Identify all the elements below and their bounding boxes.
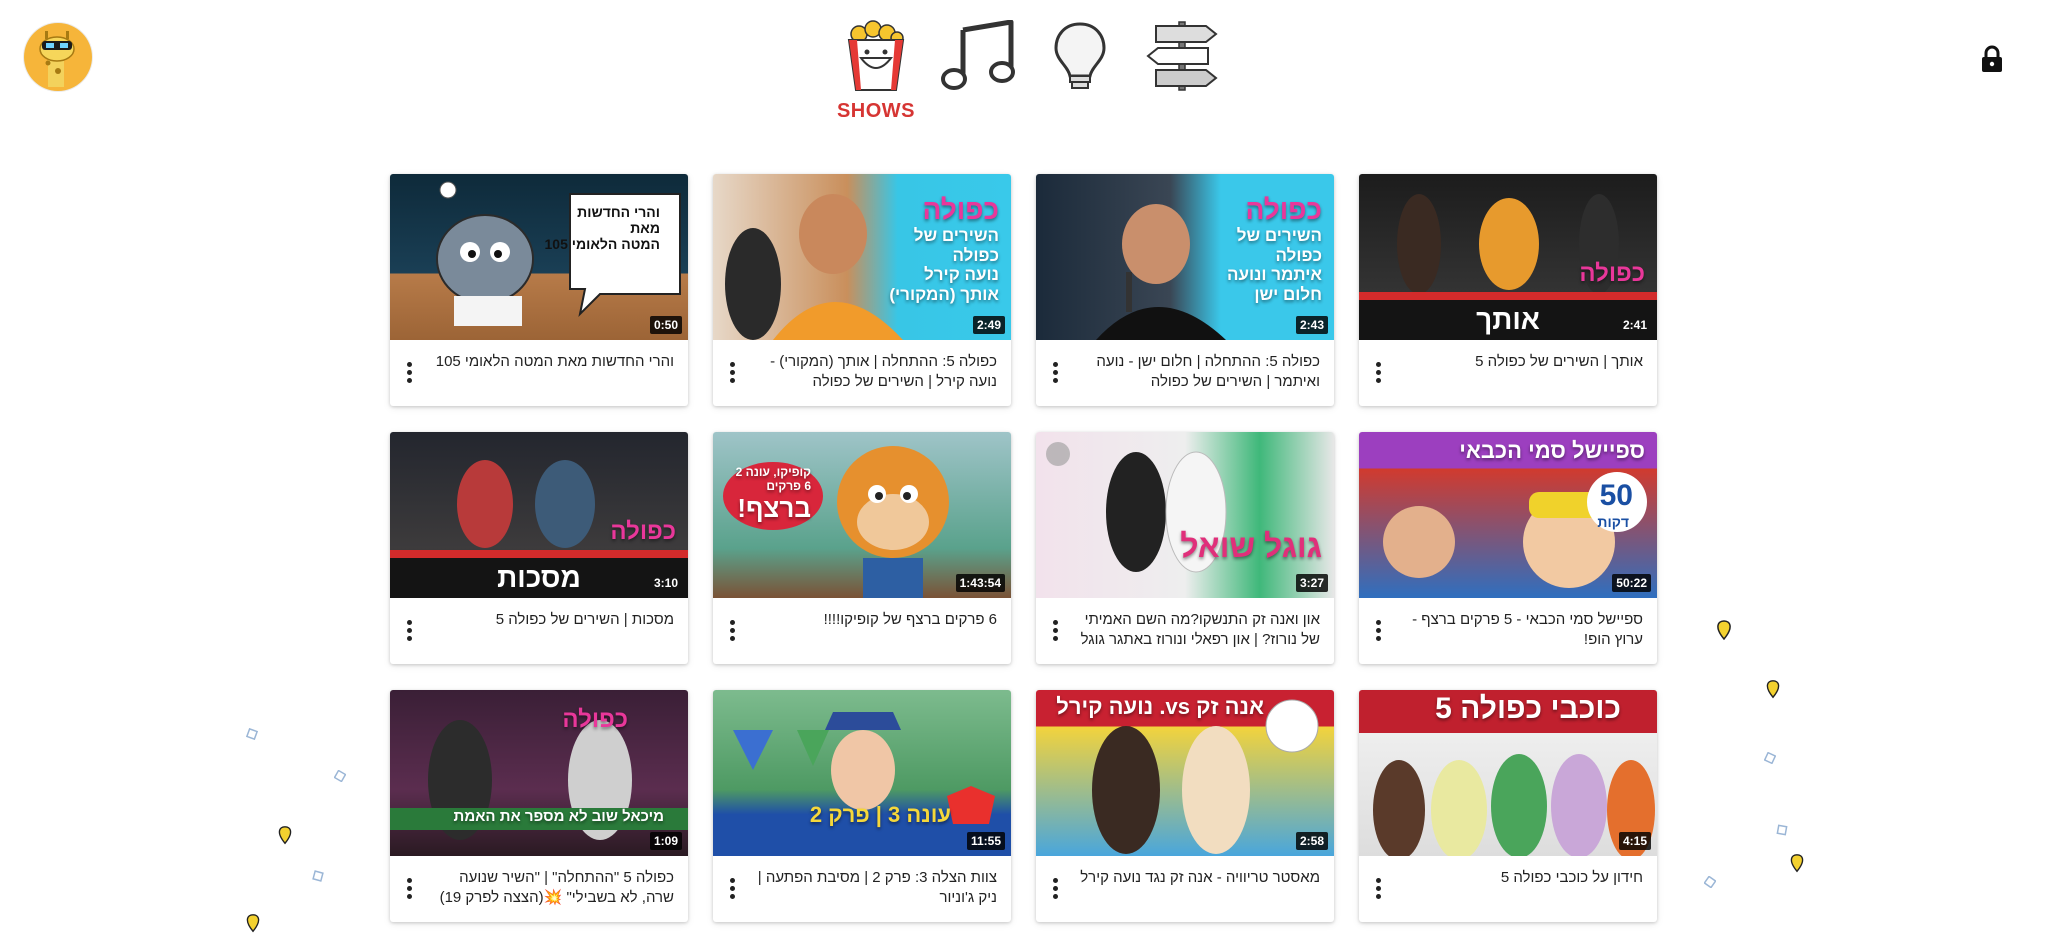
video-thumbnail[interactable]: ספיישל סמי הכבאי 50 דקות 50:22 bbox=[1359, 432, 1657, 598]
confetti-decoration-icon bbox=[246, 728, 258, 740]
video-thumbnail[interactable]: והרי החדשות מאת המטה הלאומי 105 0:50 bbox=[390, 174, 688, 340]
category-shows[interactable]: SHOWS bbox=[830, 20, 922, 123]
duo-photo bbox=[1046, 442, 1227, 573]
video-card[interactable]: כפולה אותך 2:41 אותך | השירים של כפולה 5 bbox=[1359, 174, 1657, 406]
video-card[interactable]: כוכבי כפולה 5 4:15 חידון על כוכבי כפולה … bbox=[1359, 690, 1657, 922]
more-options-icon[interactable] bbox=[402, 360, 416, 384]
more-options-icon[interactable] bbox=[1048, 360, 1062, 384]
category-music[interactable] bbox=[932, 20, 1024, 92]
video-thumbnail[interactable]: כפולה אותך 2:41 bbox=[1359, 174, 1657, 340]
video-thumbnail[interactable]: כפולה השירים של כפולה נועה קירל אותך (המקו… bbox=[713, 174, 1011, 340]
confetti-decoration-icon bbox=[278, 826, 292, 845]
confetti-decoration-icon bbox=[1764, 752, 1776, 764]
video-card[interactable]: גוגל שואל 3:27 און ואנה זק התנשקו?מה השם… bbox=[1036, 432, 1334, 664]
duration-badge: 1:43:54 bbox=[955, 574, 1005, 592]
confetti-decoration-icon bbox=[1790, 854, 1804, 873]
more-options-icon[interactable] bbox=[402, 876, 416, 900]
more-options-icon[interactable] bbox=[1048, 876, 1062, 900]
duration-badge: 3:10 bbox=[653, 576, 678, 590]
girl-photo bbox=[733, 712, 995, 824]
confetti-decoration-icon bbox=[246, 914, 260, 933]
video-title[interactable]: ספיישל סמי הכבאי - 5 פרקים ברצף - ערוץ ה… bbox=[1401, 610, 1643, 650]
duration-badge: 1:09 bbox=[649, 832, 682, 850]
video-title[interactable]: 6 פרקים ברצף של קופיקו!!!! bbox=[755, 610, 997, 630]
more-options-icon[interactable] bbox=[1371, 360, 1385, 384]
video-thumbnail[interactable]: כפולה מיכאל שוב לא מספר את האמת 1:09 bbox=[390, 690, 688, 856]
video-card[interactable]: ספיישל סמי הכבאי 50 דקות 50:22 ספיישל סמ… bbox=[1359, 432, 1657, 664]
more-options-icon[interactable] bbox=[725, 876, 739, 900]
duration-badge: 2:49 bbox=[972, 316, 1005, 334]
video-thumbnail[interactable]: כפולה השירים של כפולה איתמר ונועה חלום ישן… bbox=[1036, 174, 1334, 340]
music-notes-icon bbox=[932, 20, 1024, 92]
duration-badge: 3:27 bbox=[1295, 574, 1328, 592]
lock-icon[interactable] bbox=[1980, 45, 2004, 73]
video-title[interactable]: כפולה 5 "ההתחלה" | "השיר שנועה שרה, לא ב… bbox=[432, 868, 674, 908]
video-thumbnail[interactable]: כפולה מסכות 3:10 bbox=[390, 432, 688, 598]
more-options-icon[interactable] bbox=[1371, 876, 1385, 900]
giraffe-avatar-icon[interactable] bbox=[24, 23, 92, 91]
more-options-icon[interactable] bbox=[1371, 618, 1385, 642]
video-card[interactable]: עונה 3 | פרק 2 11:55 צוות הצלה 3: פרק 2 … bbox=[713, 690, 1011, 922]
popcorn-icon bbox=[830, 20, 922, 92]
video-thumbnail[interactable]: אנה זק vs. נועה קירל 2:58 bbox=[1036, 690, 1334, 856]
confetti-decoration-icon bbox=[1766, 680, 1780, 699]
video-title[interactable]: מסכות | השירים של כפולה 5 bbox=[432, 610, 674, 630]
duration-badge: 11:55 bbox=[966, 832, 1005, 850]
duration-badge: 2:43 bbox=[1295, 316, 1328, 334]
video-thumbnail[interactable]: כוכבי כפולה 5 4:15 bbox=[1359, 690, 1657, 856]
lightbulb-icon bbox=[1034, 20, 1126, 92]
video-title[interactable]: מאסטר טריוויה - אנה זק נגד נועה קירל bbox=[1078, 868, 1320, 888]
video-card[interactable]: כפולה מיכאל שוב לא מספר את האמת 1:09 כפו… bbox=[390, 690, 688, 922]
video-title[interactable]: והרי החדשות מאת המטה הלאומי 105 bbox=[432, 352, 674, 372]
more-options-icon[interactable] bbox=[725, 360, 739, 384]
video-thumbnail[interactable]: קופיקו, עונה 26 פרקים ברצף! 1:43:54 bbox=[713, 432, 1011, 598]
duration-badge: 2:41 bbox=[1622, 318, 1647, 332]
duration-badge: 2:58 bbox=[1295, 832, 1328, 850]
duo-photo bbox=[390, 720, 688, 840]
video-card[interactable]: כפולה השירים של כפולה איתמר ונועה חלום ישן… bbox=[1036, 174, 1334, 406]
category-label: SHOWS bbox=[836, 100, 916, 122]
video-title[interactable]: חידון על כוכבי כפולה 5 bbox=[1401, 868, 1643, 888]
duration-badge: 0:50 bbox=[649, 316, 682, 334]
video-title[interactable]: צוות הצלה 3: פרק 2 | מסיבת הפתעה | ניק ג… bbox=[755, 868, 997, 908]
category-learning[interactable] bbox=[1034, 20, 1126, 92]
video-thumbnail[interactable]: גוגל שואל 3:27 bbox=[1036, 432, 1334, 598]
signpost-icon bbox=[1136, 20, 1228, 92]
confetti-decoration-icon bbox=[1717, 620, 1731, 641]
video-title[interactable]: כפולה 5: ההתחלה | חלום ישן - נועה ואיתמר… bbox=[1078, 352, 1320, 392]
confetti-decoration-icon bbox=[312, 870, 324, 882]
confetti-decoration-icon bbox=[1776, 824, 1788, 836]
title-bar: אותך bbox=[1359, 300, 1657, 340]
video-card[interactable]: קופיקו, עונה 26 פרקים ברצף! 1:43:54 6 פר… bbox=[713, 432, 1011, 664]
category-nav: SHOWS bbox=[820, 20, 1240, 135]
confetti-decoration-icon bbox=[1704, 876, 1716, 888]
title-bar: מסכות bbox=[390, 558, 688, 598]
video-card[interactable]: כפולה מסכות 3:10 מסכות | השירים של כפולה… bbox=[390, 432, 688, 664]
video-title[interactable]: און ואנה זק התנשקו?מה השם האמיתי של נורו… bbox=[1078, 610, 1320, 650]
more-options-icon[interactable] bbox=[402, 618, 416, 642]
more-options-icon[interactable] bbox=[725, 618, 739, 642]
video-title[interactable]: כפולה 5: ההתחלה | אותך (המקורי) - נועה ק… bbox=[755, 352, 997, 392]
duration-badge: 4:15 bbox=[1618, 832, 1651, 850]
video-card[interactable]: והרי החדשות מאת המטה הלאומי 105 0:50 והרי … bbox=[390, 174, 688, 406]
video-card[interactable]: כפולה השירים של כפולה נועה קירל אותך (המקו… bbox=[713, 174, 1011, 406]
video-thumbnail[interactable]: עונה 3 | פרק 2 11:55 bbox=[713, 690, 1011, 856]
more-options-icon[interactable] bbox=[1048, 618, 1062, 642]
video-card[interactable]: אנה זק vs. נועה קירל 2:58 מאסטר טריוויה … bbox=[1036, 690, 1334, 922]
cartoon-wolf-image bbox=[436, 181, 681, 326]
video-title[interactable]: אותך | השירים של כפולה 5 bbox=[1401, 352, 1643, 372]
duration-badge: 50:22 bbox=[1612, 574, 1651, 592]
category-explore[interactable] bbox=[1136, 20, 1228, 92]
confetti-decoration-icon bbox=[334, 770, 346, 782]
